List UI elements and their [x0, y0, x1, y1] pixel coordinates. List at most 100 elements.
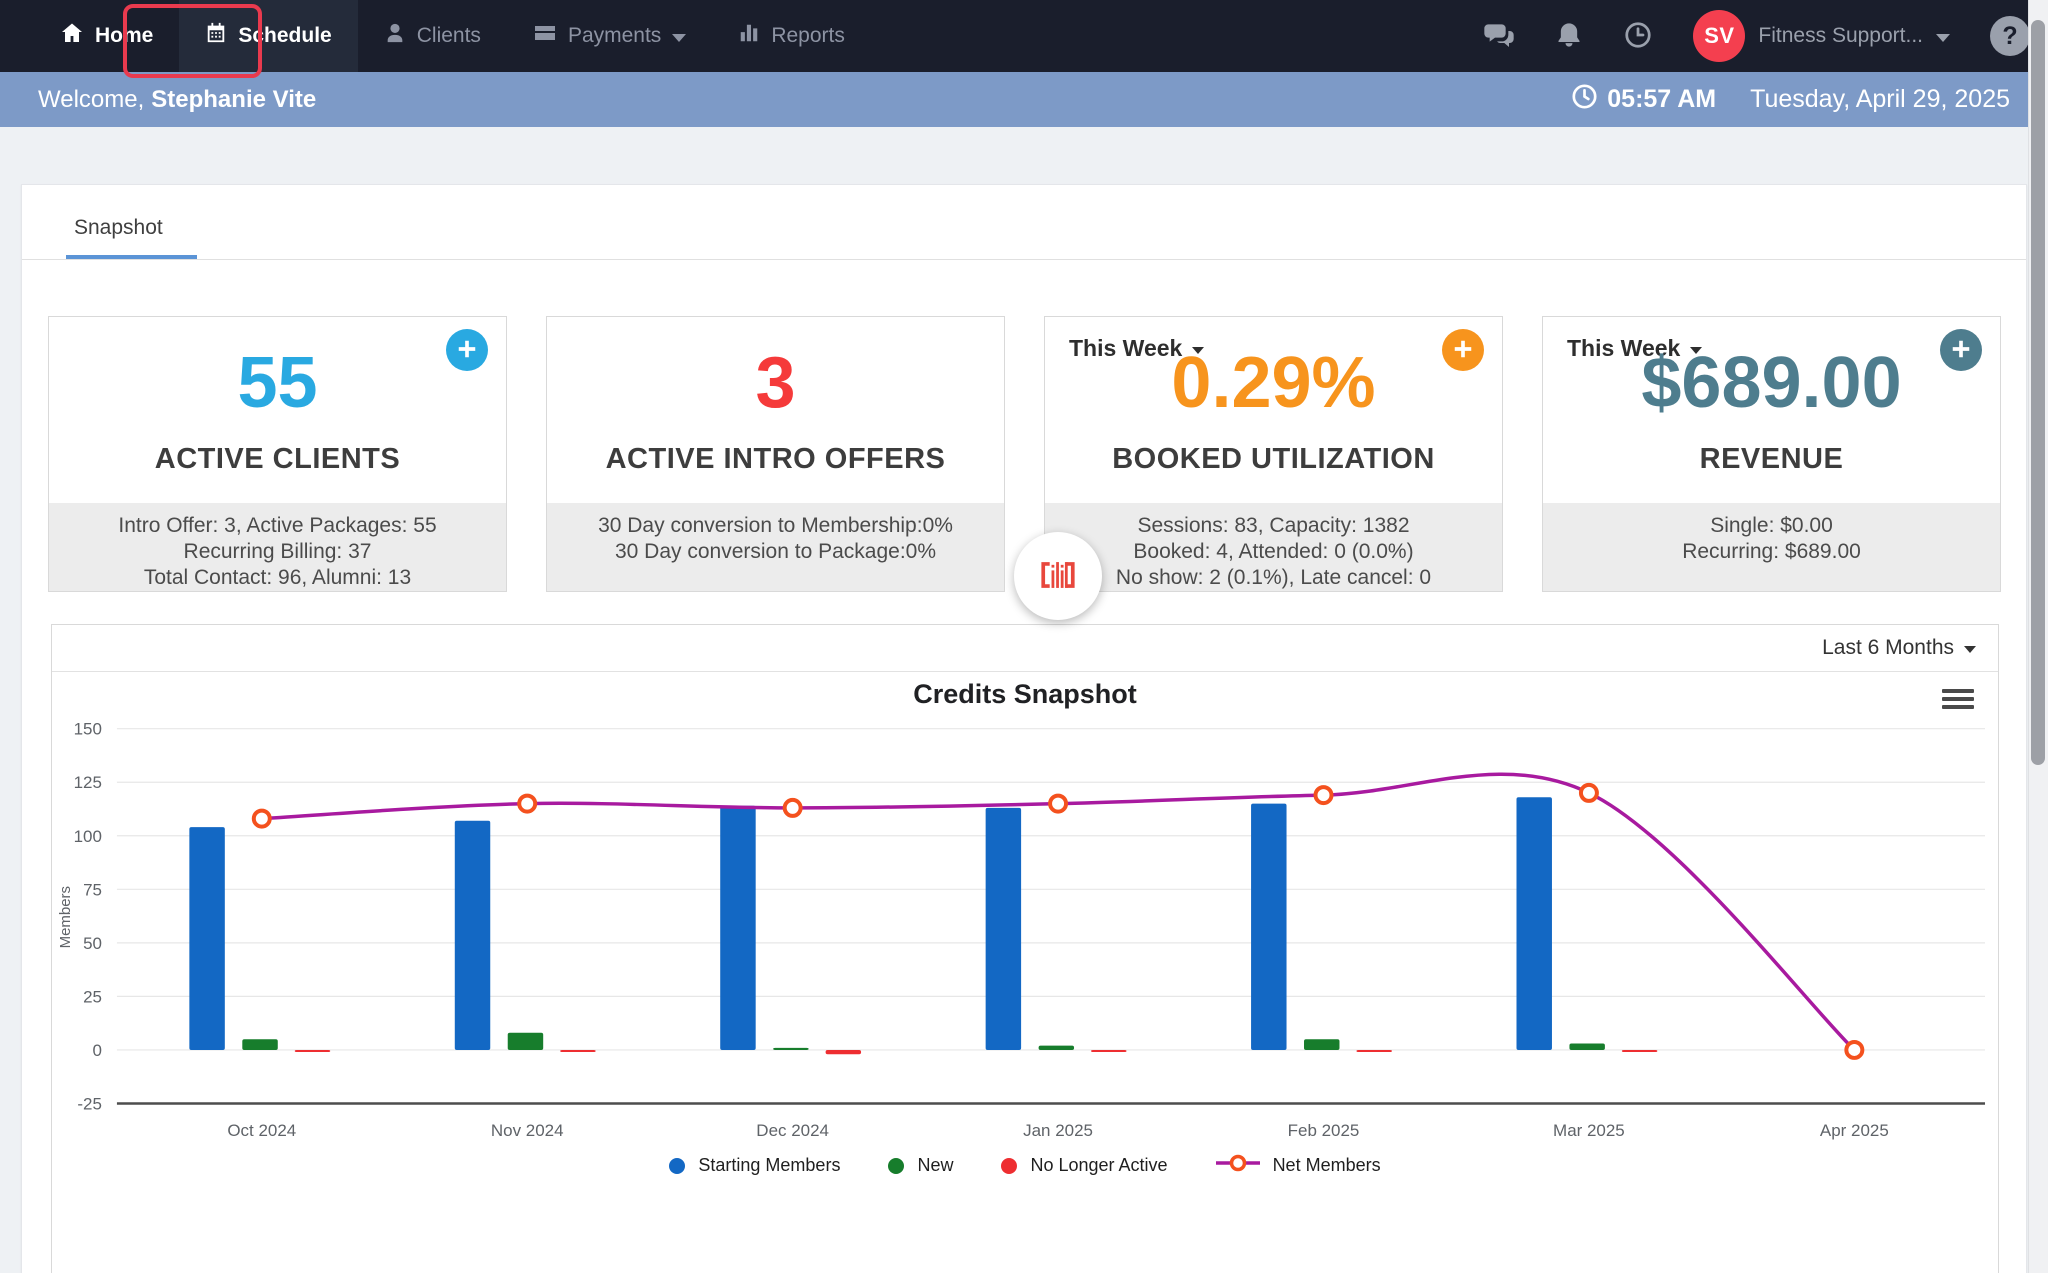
chart-header: Last 6 Months	[52, 625, 1998, 672]
nav-item-home[interactable]: Home	[34, 0, 179, 72]
svg-text:Jan 2025: Jan 2025	[1023, 1121, 1093, 1140]
stat-value: 55	[49, 347, 506, 419]
chat-button[interactable]	[1483, 19, 1515, 54]
detail-line: Recurring: $689.00	[1543, 539, 2000, 565]
legend-label: No Longer Active	[1030, 1155, 1167, 1176]
detail-line: No show: 2 (0.1%), Late cancel: 0	[1045, 565, 1502, 591]
current-date: Tuesday, April 29, 2025	[1750, 85, 2010, 114]
svg-text:0: 0	[93, 1041, 102, 1060]
legend-swatch	[669, 1158, 685, 1174]
legend-item-net-members[interactable]: Net Members	[1216, 1154, 1381, 1177]
stat-label: BOOKED UTILIZATION	[1045, 443, 1502, 476]
svg-text:25: 25	[83, 987, 102, 1006]
legend-item-starting-members[interactable]: Starting Members	[669, 1155, 840, 1176]
content-panel: Snapshot 55 ACTIVE CLIENTS Intro Offer: …	[21, 184, 2027, 1273]
nav-label: Clients	[417, 24, 481, 48]
legend-label: New	[917, 1155, 953, 1176]
detail-line: Intro Offer: 3, Active Packages: 55	[49, 513, 506, 539]
stat-value: 0.29%	[1045, 347, 1502, 419]
help-button[interactable]: ?	[1990, 16, 2030, 56]
legend-item-no-longer-active[interactable]: No Longer Active	[1001, 1155, 1167, 1176]
chevron-down-icon	[1964, 646, 1976, 653]
credit-card-icon	[533, 21, 557, 51]
svg-text:100: 100	[74, 827, 102, 846]
hamburger-icon	[1942, 689, 1974, 693]
detail-line: Recurring Billing: 37	[49, 539, 506, 565]
nav-item-reports[interactable]: Reports	[712, 0, 871, 72]
stat-card-revenue: This Week $689.00 REVENUE Single: $0.00 …	[1542, 316, 2001, 592]
detail-line: 30 Day conversion to Package:0%	[547, 539, 1004, 565]
nav-label: Home	[95, 24, 153, 48]
greeting-text: Welcome,	[38, 86, 144, 113]
scrollbar-thumb[interactable]	[2031, 20, 2045, 765]
navbar-right: SV Fitness Support... ?	[1483, 0, 2048, 72]
tab-label: Snapshot	[74, 216, 163, 239]
tab-bar: Snapshot	[22, 185, 2026, 260]
tab-snapshot[interactable]: Snapshot	[66, 200, 197, 259]
bar-chart-icon	[738, 22, 760, 50]
calendar-icon	[205, 22, 227, 50]
history-button[interactable]	[1623, 20, 1653, 53]
stat-card-active-clients: 55 ACTIVE CLIENTS Intro Offer: 3, Active…	[48, 316, 507, 592]
svg-text:Feb 2025: Feb 2025	[1288, 1121, 1360, 1140]
chevron-down-icon	[672, 34, 686, 42]
svg-text:-25: -25	[77, 1094, 102, 1113]
bell-icon	[1555, 21, 1583, 52]
detail-line: 30 Day conversion to Membership:0%	[547, 513, 1004, 539]
stat-value: 3	[547, 347, 1004, 419]
svg-text:Mar 2025: Mar 2025	[1553, 1121, 1625, 1140]
stat-details: Sessions: 83, Capacity: 1382 Booked: 4, …	[1045, 503, 1502, 591]
stat-label: ACTIVE CLIENTS	[49, 443, 506, 476]
legend-swatch	[888, 1158, 904, 1174]
chart-title: Credits Snapshot	[52, 679, 1998, 710]
nav-label: Payments	[568, 24, 661, 48]
chart-range-selector[interactable]: Last 6 Months	[1822, 636, 1976, 660]
chart-menu-button[interactable]	[1942, 689, 1974, 709]
account-menu[interactable]: SV Fitness Support...	[1693, 10, 1950, 62]
account-label: Fitness Support...	[1758, 24, 1923, 48]
svg-text:50: 50	[83, 934, 102, 953]
stat-value: $689.00	[1543, 347, 2000, 419]
chart-legend: Starting Members New No Longer Active Net M…	[52, 1154, 1998, 1177]
person-icon	[384, 22, 406, 50]
stat-details: Intro Offer: 3, Active Packages: 55 Recu…	[49, 503, 506, 591]
detail-line: Total Contact: 96, Alumni: 13	[49, 565, 506, 591]
barcode-scan-button[interactable]	[1014, 532, 1102, 620]
svg-text:Nov 2024: Nov 2024	[491, 1121, 564, 1140]
welcome-message: Welcome, Stephanie Vite	[38, 86, 316, 114]
chat-icon	[1483, 19, 1515, 54]
svg-text:Members: Members	[57, 886, 74, 948]
datetime-display: 05:57 AM Tuesday, April 29, 2025	[1571, 83, 2010, 117]
svg-text:Apr 2025: Apr 2025	[1820, 1121, 1889, 1140]
svg-text:Oct 2024: Oct 2024	[227, 1121, 296, 1140]
range-label: Last 6 Months	[1822, 636, 1954, 660]
welcome-bar: Welcome, Stephanie Vite 05:57 AM Tuesday,…	[0, 72, 2048, 127]
detail-line: Sessions: 83, Capacity: 1382	[1045, 513, 1502, 539]
barcode-scan-icon	[1034, 551, 1082, 602]
legend-label: Net Members	[1273, 1155, 1381, 1176]
current-time: 05:57 AM	[1607, 85, 1716, 114]
legend-line-swatch	[1216, 1154, 1260, 1177]
user-name: Stephanie Vite	[151, 86, 316, 113]
stat-label: REVENUE	[1543, 443, 2000, 476]
avatar[interactable]: SV	[1693, 10, 1745, 62]
nav-label: Reports	[771, 24, 845, 48]
stat-card-active-intro-offers: 3 ACTIVE INTRO OFFERS 30 Day conversion …	[546, 316, 1005, 592]
legend-label: Starting Members	[698, 1155, 840, 1176]
page-scrollbar	[2028, 0, 2048, 1273]
detail-line: Single: $0.00	[1543, 513, 2000, 539]
nav-item-payments[interactable]: Payments	[507, 0, 712, 72]
svg-text:Dec 2024: Dec 2024	[756, 1121, 829, 1140]
nav-item-schedule[interactable]: Schedule	[179, 0, 357, 72]
nav-label: Schedule	[238, 24, 331, 48]
notifications-button[interactable]	[1555, 21, 1583, 52]
svg-text:125: 125	[74, 773, 102, 792]
clock-icon	[1571, 83, 1607, 117]
stat-details: 30 Day conversion to Membership:0% 30 Da…	[547, 503, 1004, 591]
chevron-down-icon	[1936, 34, 1950, 42]
stat-details: Single: $0.00 Recurring: $689.00	[1543, 503, 2000, 591]
main-nav: Home Schedule Clients Payments Reports	[0, 0, 871, 72]
detail-line: Booked: 4, Attended: 0 (0.0%)	[1045, 539, 1502, 565]
legend-item-new[interactable]: New	[888, 1155, 953, 1176]
nav-item-clients[interactable]: Clients	[358, 0, 507, 72]
